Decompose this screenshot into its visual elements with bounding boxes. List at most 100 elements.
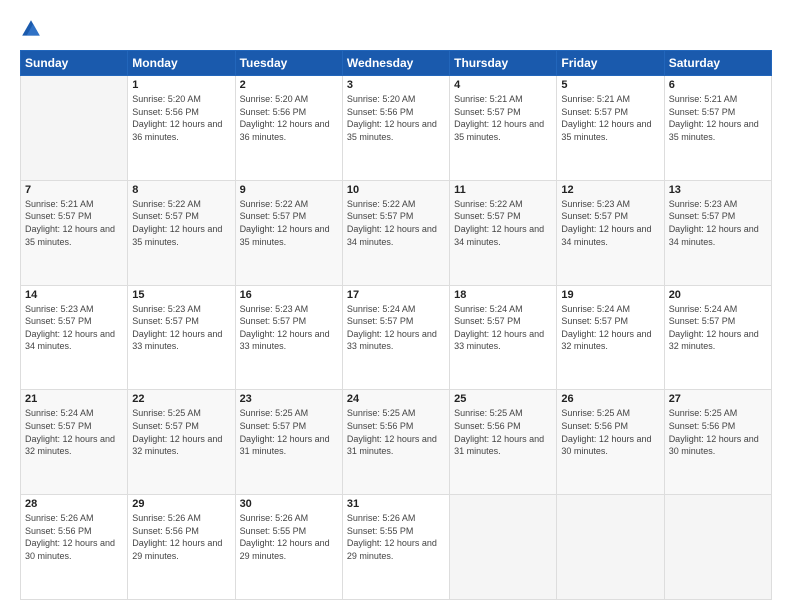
- day-number: 24: [347, 393, 445, 405]
- calendar-day-cell: 2Sunrise: 5:20 AMSunset: 5:56 PMDaylight…: [235, 76, 342, 181]
- calendar-day-cell: 9Sunrise: 5:22 AMSunset: 5:57 PMDaylight…: [235, 180, 342, 285]
- day-number: 13: [669, 184, 767, 196]
- day-number: 31: [347, 498, 445, 510]
- calendar-week-row: 21Sunrise: 5:24 AMSunset: 5:57 PMDayligh…: [21, 390, 772, 495]
- calendar-day-cell: 24Sunrise: 5:25 AMSunset: 5:56 PMDayligh…: [342, 390, 449, 495]
- day-number: 6: [669, 79, 767, 91]
- day-number: 23: [240, 393, 338, 405]
- day-number: 28: [25, 498, 123, 510]
- calendar-day-cell: 27 Sunrise: 5:25 AMSunset: 5:56 PMDayligh…: [664, 390, 771, 495]
- day-of-week-header: Friday: [557, 51, 664, 76]
- calendar-header-row: SundayMondayTuesdayWednesdayThursdayFrid…: [21, 51, 772, 76]
- calendar-day-cell: 23 Sunrise: 5:25 AMSunset: 5:57 PMDayligh…: [235, 390, 342, 495]
- day-number: 25: [454, 393, 552, 405]
- day-number: 17: [347, 289, 445, 301]
- calendar-day-cell: 17 Sunrise: 5:24 AMSunset: 5:57 PMDayligh…: [342, 285, 449, 390]
- calendar-day-cell: 25Sunrise: 5:25 AMSunset: 5:56 PMDayligh…: [450, 390, 557, 495]
- calendar-day-cell: 14 Sunrise: 5:23 AMSunset: 5:57 PMDayligh…: [21, 285, 128, 390]
- day-info: Sunrise: 5:24 AMSunset: 5:57 PMDaylight:…: [669, 303, 767, 353]
- day-number: 19: [561, 289, 659, 301]
- day-info: Sunrise: 5:24 AMSunset: 5:57 PMDaylight:…: [25, 407, 123, 457]
- calendar-day-cell: 28 Sunrise: 5:26 AMSunset: 5:56 PMDayligh…: [21, 495, 128, 600]
- day-of-week-header: Thursday: [450, 51, 557, 76]
- calendar-day-cell: 3 Sunrise: 5:20 AMSunset: 5:56 PMDaylight…: [342, 76, 449, 181]
- day-number: 20: [669, 289, 767, 301]
- calendar-day-cell: [557, 495, 664, 600]
- day-number: 29: [132, 498, 230, 510]
- calendar-day-cell: 19 Sunrise: 5:24 AMSunset: 5:57 PMDayligh…: [557, 285, 664, 390]
- day-number: 9: [240, 184, 338, 196]
- day-number: 15: [132, 289, 230, 301]
- calendar-day-cell: 26 Sunrise: 5:25 AMSunset: 5:56 PMDayligh…: [557, 390, 664, 495]
- day-info: Sunrise: 5:21 AMSunset: 5:57 PMDaylight:…: [669, 93, 767, 143]
- day-info: Sunrise: 5:22 AMSunset: 5:57 PMDaylight:…: [454, 198, 552, 248]
- day-number: 14: [25, 289, 123, 301]
- day-number: 30: [240, 498, 338, 510]
- calendar-day-cell: [21, 76, 128, 181]
- day-info: Sunrise: 5:22 AMSunset: 5:57 PMDaylight:…: [132, 198, 230, 248]
- day-info: Sunrise: 5:23 AMSunset: 5:57 PMDaylight:…: [25, 303, 123, 353]
- day-info: Sunrise: 5:26 AMSunset: 5:55 PMDaylight:…: [347, 512, 445, 562]
- day-of-week-header: Saturday: [664, 51, 771, 76]
- day-number: 27: [669, 393, 767, 405]
- logo-icon: [20, 18, 42, 40]
- calendar-day-cell: 15 Sunrise: 5:23 AMSunset: 5:57 PMDayligh…: [128, 285, 235, 390]
- day-info: Sunrise: 5:25 AMSunset: 5:56 PMDaylight:…: [561, 407, 659, 457]
- day-info: Sunrise: 5:20 AMSunset: 5:56 PMDaylight:…: [240, 93, 338, 143]
- calendar-day-cell: 8Sunrise: 5:22 AMSunset: 5:57 PMDaylight…: [128, 180, 235, 285]
- calendar-week-row: 14 Sunrise: 5:23 AMSunset: 5:57 PMDayligh…: [21, 285, 772, 390]
- day-info: Sunrise: 5:21 AMSunset: 5:57 PMDaylight:…: [454, 93, 552, 143]
- day-info: Sunrise: 5:25 AMSunset: 5:56 PMDaylight:…: [669, 407, 767, 457]
- day-info: Sunrise: 5:25 AMSunset: 5:57 PMDaylight:…: [240, 407, 338, 457]
- day-number: 5: [561, 79, 659, 91]
- calendar-day-cell: 30 Sunrise: 5:26 AMSunset: 5:55 PMDayligh…: [235, 495, 342, 600]
- calendar-day-cell: 1 Sunrise: 5:20 AMSunset: 5:56 PMDaylight…: [128, 76, 235, 181]
- day-info: Sunrise: 5:26 AMSunset: 5:56 PMDaylight:…: [132, 512, 230, 562]
- day-info: Sunrise: 5:23 AMSunset: 5:57 PMDaylight:…: [561, 198, 659, 248]
- day-number: 1: [132, 79, 230, 91]
- day-info: Sunrise: 5:22 AMSunset: 5:57 PMDaylight:…: [347, 198, 445, 248]
- calendar-day-cell: 31 Sunrise: 5:26 AMSunset: 5:55 PMDayligh…: [342, 495, 449, 600]
- day-number: 3: [347, 79, 445, 91]
- day-info: Sunrise: 5:26 AMSunset: 5:56 PMDaylight:…: [25, 512, 123, 562]
- calendar-day-cell: 5 Sunrise: 5:21 AMSunset: 5:57 PMDaylight…: [557, 76, 664, 181]
- calendar-day-cell: 7 Sunrise: 5:21 AMSunset: 5:57 PMDaylight…: [21, 180, 128, 285]
- day-info: Sunrise: 5:21 AMSunset: 5:57 PMDaylight:…: [25, 198, 123, 248]
- day-number: 16: [240, 289, 338, 301]
- day-number: 22: [132, 393, 230, 405]
- day-info: Sunrise: 5:20 AMSunset: 5:56 PMDaylight:…: [132, 93, 230, 143]
- calendar-day-cell: 16 Sunrise: 5:23 AMSunset: 5:57 PMDayligh…: [235, 285, 342, 390]
- day-number: 12: [561, 184, 659, 196]
- calendar-day-cell: [450, 495, 557, 600]
- page: SundayMondayTuesdayWednesdayThursdayFrid…: [0, 0, 792, 612]
- calendar-week-row: 1 Sunrise: 5:20 AMSunset: 5:56 PMDaylight…: [21, 76, 772, 181]
- logo: [20, 18, 46, 40]
- calendar-day-cell: 10 Sunrise: 5:22 AMSunset: 5:57 PMDayligh…: [342, 180, 449, 285]
- day-number: 7: [25, 184, 123, 196]
- day-info: Sunrise: 5:24 AMSunset: 5:57 PMDaylight:…: [454, 303, 552, 353]
- day-number: 18: [454, 289, 552, 301]
- calendar-day-cell: 20 Sunrise: 5:24 AMSunset: 5:57 PMDayligh…: [664, 285, 771, 390]
- day-of-week-header: Wednesday: [342, 51, 449, 76]
- day-info: Sunrise: 5:25 AMSunset: 5:57 PMDaylight:…: [132, 407, 230, 457]
- day-info: Sunrise: 5:20 AMSunset: 5:56 PMDaylight:…: [347, 93, 445, 143]
- calendar-day-cell: 22 Sunrise: 5:25 AMSunset: 5:57 PMDayligh…: [128, 390, 235, 495]
- calendar-day-cell: 11 Sunrise: 5:22 AMSunset: 5:57 PMDayligh…: [450, 180, 557, 285]
- day-of-week-header: Monday: [128, 51, 235, 76]
- day-number: 10: [347, 184, 445, 196]
- day-info: Sunrise: 5:23 AMSunset: 5:57 PMDaylight:…: [240, 303, 338, 353]
- day-info: Sunrise: 5:23 AMSunset: 5:57 PMDaylight:…: [669, 198, 767, 248]
- day-number: 11: [454, 184, 552, 196]
- calendar-table: SundayMondayTuesdayWednesdayThursdayFrid…: [20, 50, 772, 600]
- day-info: Sunrise: 5:26 AMSunset: 5:55 PMDaylight:…: [240, 512, 338, 562]
- day-of-week-header: Tuesday: [235, 51, 342, 76]
- day-info: Sunrise: 5:23 AMSunset: 5:57 PMDaylight:…: [132, 303, 230, 353]
- calendar-day-cell: [664, 495, 771, 600]
- day-info: Sunrise: 5:21 AMSunset: 5:57 PMDaylight:…: [561, 93, 659, 143]
- day-number: 26: [561, 393, 659, 405]
- calendar-day-cell: 29 Sunrise: 5:26 AMSunset: 5:56 PMDayligh…: [128, 495, 235, 600]
- day-info: Sunrise: 5:24 AMSunset: 5:57 PMDaylight:…: [347, 303, 445, 353]
- header: [20, 18, 772, 40]
- calendar-day-cell: 4Sunrise: 5:21 AMSunset: 5:57 PMDaylight…: [450, 76, 557, 181]
- day-info: Sunrise: 5:24 AMSunset: 5:57 PMDaylight:…: [561, 303, 659, 353]
